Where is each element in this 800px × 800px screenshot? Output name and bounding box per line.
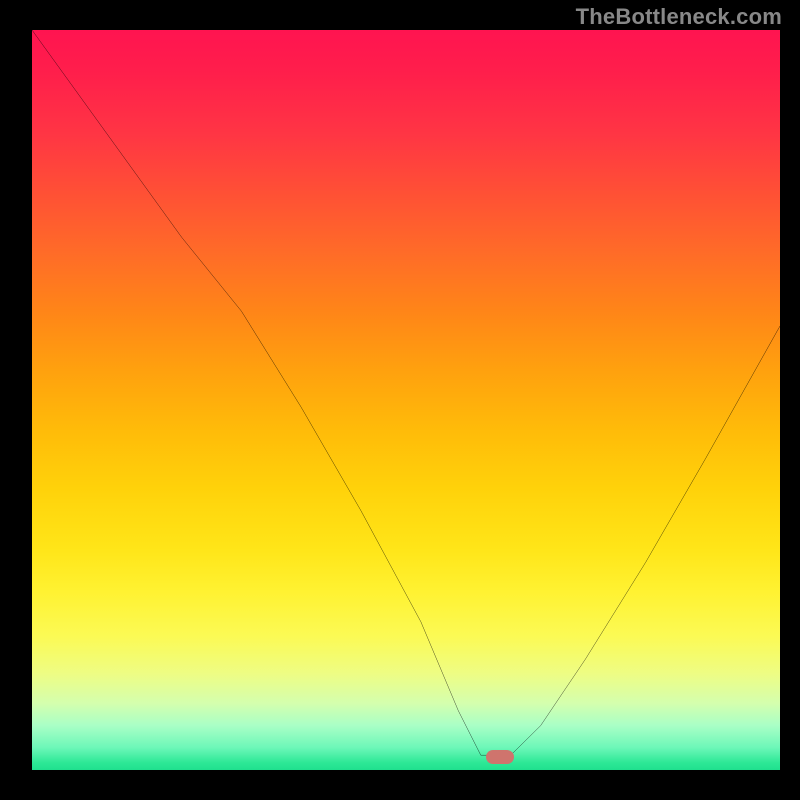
watermark-text: TheBottleneck.com [576,4,782,30]
minimum-marker [486,750,514,764]
bottleneck-curve [32,30,780,770]
chart-frame: TheBottleneck.com [0,0,800,800]
plot-area [32,30,780,770]
